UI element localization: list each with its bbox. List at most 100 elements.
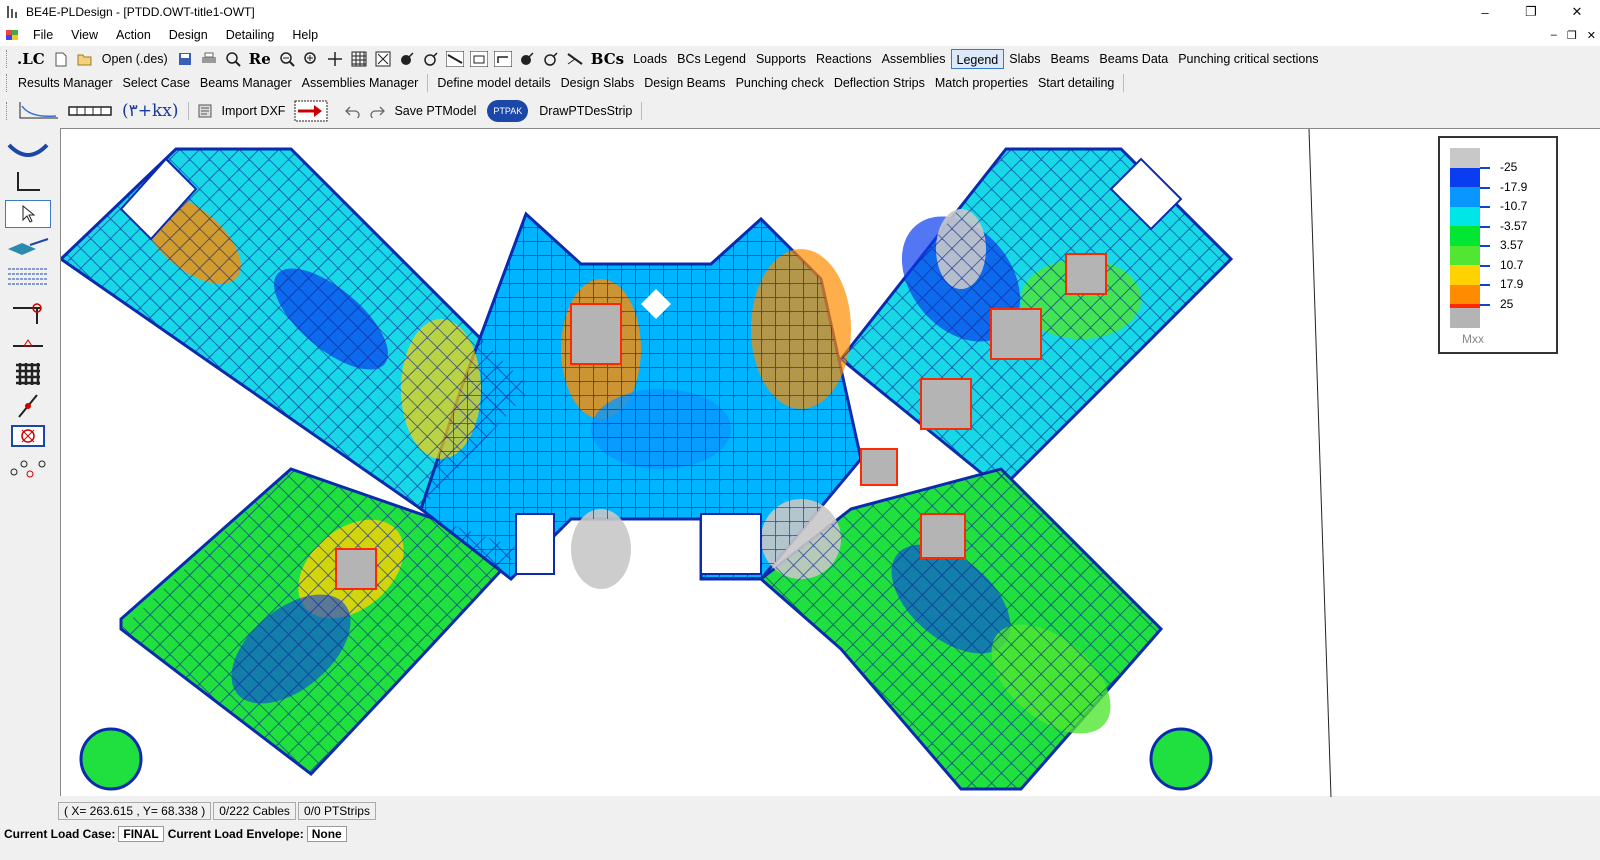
deflection-strips-button[interactable]: Deflection Strips	[829, 73, 930, 93]
opening-icon[interactable]	[5, 422, 51, 450]
legend-tick	[1480, 245, 1490, 247]
mdi-restore-button[interactable]: ❐	[1567, 29, 1577, 42]
export-arrow-icon[interactable]	[293, 100, 329, 122]
menu-help[interactable]: Help	[283, 28, 327, 42]
legend-value: 3.57	[1500, 238, 1524, 252]
legend-value: -25	[1500, 160, 1518, 174]
tendon-icon[interactable]	[5, 392, 51, 420]
support-line-icon[interactable]	[5, 330, 51, 358]
save-icon[interactable]	[176, 50, 194, 68]
define-model-details-button[interactable]: Define model details	[432, 73, 555, 93]
menu-bar: File View Action Design Detailing Help	[0, 24, 1600, 46]
grid-icon[interactable]	[350, 50, 368, 68]
start-detailing-button[interactable]: Start detailing	[1033, 73, 1119, 93]
zoom-window-icon[interactable]	[278, 50, 296, 68]
legend-button[interactable]: Legend	[950, 49, 1005, 69]
points-icon[interactable]	[5, 454, 51, 482]
legend-value: 10.7	[1500, 257, 1524, 272]
new-file-icon[interactable]	[52, 50, 70, 68]
zoom-fit-icon[interactable]	[224, 50, 242, 68]
ptpak-button[interactable]: PTPAK	[487, 100, 529, 122]
close-button[interactable]: ✕	[1554, 0, 1600, 24]
node-icon[interactable]	[398, 50, 416, 68]
connect-icon[interactable]	[542, 50, 560, 68]
redo-icon[interactable]	[368, 102, 386, 120]
strip-icon[interactable]	[66, 102, 114, 120]
results-manager-button[interactable]: Results Manager	[13, 73, 118, 93]
menu-view[interactable]: View	[62, 28, 107, 42]
formula-button[interactable]: (۳+kx)	[117, 101, 184, 121]
model-canvas[interactable]	[58, 128, 1600, 798]
left-tool-palette	[0, 128, 60, 796]
draw-beam-icon[interactable]	[445, 50, 464, 68]
menu-action[interactable]: Action	[107, 28, 160, 42]
import-dxf-button[interactable]: Import DXF	[217, 101, 291, 121]
bcs-button[interactable]: BCs	[587, 50, 628, 68]
zoom-in-icon[interactable]	[302, 50, 320, 68]
toolbar-separator	[1123, 74, 1125, 92]
column-icon[interactable]	[5, 300, 51, 328]
mdi-close-button[interactable]: ✕	[1587, 29, 1596, 42]
axis-corner-icon[interactable]	[5, 168, 51, 196]
design-beams-button[interactable]: Design Beams	[639, 73, 730, 93]
beams-data-button[interactable]: Beams Data	[1094, 49, 1173, 69]
reactions-button[interactable]: Reactions	[811, 49, 877, 69]
load-envelope-value[interactable]: None	[306, 826, 347, 842]
design-slabs-button[interactable]: Design Slabs	[556, 73, 640, 93]
cable-profile-icon[interactable]	[5, 136, 51, 164]
supports-button[interactable]: Supports	[751, 49, 811, 69]
load-case-button[interactable]: .LC	[13, 50, 49, 68]
punching-critical-sections-button[interactable]: Punching critical sections	[1173, 49, 1323, 69]
legend-value: -17.9	[1500, 179, 1528, 194]
undo-icon[interactable]	[344, 102, 362, 120]
draw-region-icon[interactable]	[493, 50, 512, 68]
draw-slab-icon[interactable]	[469, 50, 488, 68]
menu-detailing[interactable]: Detailing	[217, 28, 284, 42]
select-case-button[interactable]: Select Case	[118, 73, 195, 93]
bcs-legend-button[interactable]: BCs Legend	[672, 49, 751, 69]
menu-file[interactable]: File	[24, 28, 62, 42]
assemblies-manager-button[interactable]: Assemblies Manager	[297, 73, 424, 93]
slab-plane-icon[interactable]	[5, 232, 51, 260]
slabs-button[interactable]: Slabs	[1004, 49, 1045, 69]
match-properties-button[interactable]: Match properties	[930, 73, 1033, 93]
load-case-value[interactable]: FINAL	[118, 826, 164, 842]
minimize-button[interactable]: –	[1462, 0, 1508, 24]
strips-icon[interactable]	[5, 262, 51, 290]
assemblies-button[interactable]: Assemblies	[877, 49, 951, 69]
loads-button[interactable]: Loads	[628, 49, 672, 69]
cable-icon[interactable]	[566, 50, 584, 68]
open-des-button[interactable]: Open (.des)	[97, 49, 173, 69]
beams-manager-button[interactable]: Beams Manager	[195, 73, 297, 93]
contour-legend[interactable]: -25 -17.9 -10.7 -3.57 3.57 10.7 17.9 25 …	[1438, 136, 1558, 354]
draw-ptdesstrip-button[interactable]: DrawPTDesStrip	[534, 101, 637, 121]
profile-curve-icon[interactable]	[16, 102, 60, 120]
mdi-minimize-button[interactable]: –	[1551, 29, 1557, 41]
legend-tick	[1480, 186, 1490, 189]
cursor-coordinates: ( X= 263.615 , Y= 68.338 )	[58, 802, 212, 820]
maximize-button[interactable]: ❐	[1508, 0, 1554, 24]
contour-plot[interactable]	[58, 128, 1600, 798]
title-bar: BE4E-PLDesign - [PTDD.OWT-title1-OWT] – …	[0, 0, 1600, 24]
menu-design[interactable]: Design	[160, 28, 217, 42]
document-menu-icon[interactable]	[3, 26, 21, 44]
save-ptmodel-button[interactable]: Save PTModel	[389, 101, 481, 121]
mesh-icon[interactable]	[5, 360, 51, 388]
punching-check-button[interactable]: Punching check	[731, 73, 829, 93]
pan-icon[interactable]	[326, 50, 344, 68]
legend-value: -3.57	[1500, 218, 1528, 233]
axes-icon[interactable]	[374, 50, 392, 68]
legend-swatch	[1450, 187, 1480, 207]
toolbar-grip	[6, 74, 9, 92]
main-toolbar: .LC Open (.des) Re BCs Loads BCs Legend …	[0, 46, 1600, 72]
toolbar-grip	[6, 102, 9, 120]
support-node-icon[interactable]	[518, 50, 536, 68]
select-pointer-icon[interactable]	[5, 200, 51, 228]
legend-quantity-name: Mxx	[1462, 332, 1484, 346]
import-dxf-icon[interactable]	[196, 102, 214, 120]
circle-node-icon[interactable]	[422, 50, 440, 68]
print-icon[interactable]	[200, 50, 218, 68]
beams-button[interactable]: Beams	[1046, 49, 1095, 69]
redraw-button[interactable]: Re	[245, 50, 275, 68]
open-folder-icon[interactable]	[76, 50, 94, 68]
